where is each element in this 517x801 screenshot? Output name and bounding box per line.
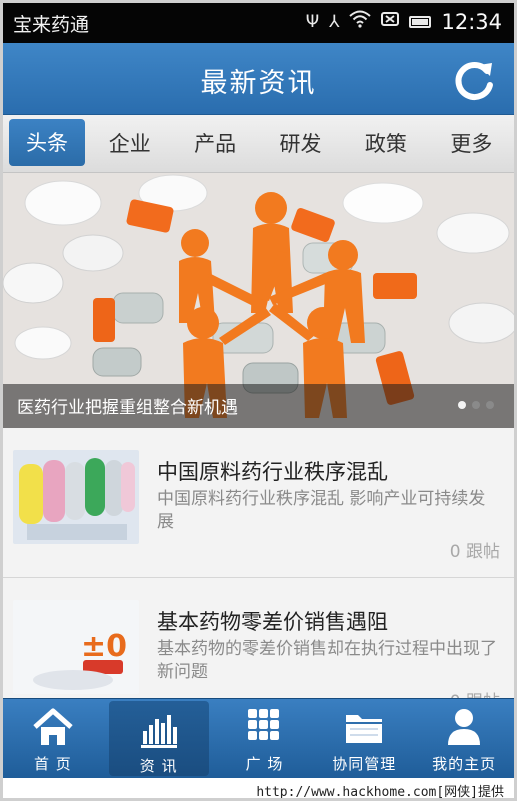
carousel-dot[interactable] — [486, 401, 494, 409]
bar-chart-icon — [140, 715, 177, 748]
nav-collaboration[interactable]: 协同管理 — [314, 699, 414, 778]
status-time: 12:34 — [441, 10, 502, 34]
nav-news[interactable]: 资 讯 — [108, 701, 209, 776]
news-headline: 中国原料药行业秩序混乱 — [157, 460, 388, 484]
grid-icon — [248, 709, 280, 740]
usb-icon: Ψ — [305, 12, 320, 32]
news-thumbnail: ±0 — [13, 600, 139, 694]
status-app-name: 宝来药通 — [13, 14, 90, 36]
title-bar: 最新资讯 — [3, 43, 514, 115]
app-frame: 宝来药通 Ψ ⅄ 12:34 最新资讯 头条 企业 产品 研发 政策 更多 医药… — [0, 0, 517, 801]
tab-policy[interactable]: 政策 — [343, 115, 428, 172]
follow-count: 0 跟帖 — [449, 542, 500, 562]
follow-count: 0 跟帖 — [450, 687, 500, 698]
nav-label: 广 场 — [245, 755, 284, 773]
tab-more[interactable]: 更多 — [429, 115, 514, 172]
user-icon — [448, 709, 481, 745]
news-list: 中国原料药行业秩序混乱 中国原料药行业秩序混乱 影响产业可持续发展 0 跟帖 ±… — [3, 428, 514, 698]
nav-label: 首 页 — [34, 755, 72, 773]
watermark-bar: http://www.hackhome.com[网侠]提供 — [3, 778, 514, 800]
news-thumbnail — [13, 450, 139, 544]
folder-icon — [346, 715, 383, 743]
nav-profile[interactable]: 我的主页 — [414, 699, 514, 778]
news-headline: 基本药物零差价销售遇阻 — [157, 610, 388, 634]
page-title: 最新资讯 — [200, 68, 317, 99]
carousel-indicator — [458, 401, 494, 409]
tab-enterprise[interactable]: 企业 — [87, 115, 172, 172]
banner-caption: 医药行业把握重组整合新机遇 — [17, 398, 238, 418]
home-icon — [33, 708, 73, 745]
tab-headlines[interactable]: 头条 — [9, 119, 85, 166]
signal-off-icon — [381, 11, 400, 33]
category-tabs: 头条 企业 产品 研发 政策 更多 — [3, 115, 514, 173]
wifi-icon — [349, 10, 372, 34]
bottom-nav: 首 页 资 讯 广 场 协同管理 我的主页 — [3, 698, 514, 778]
news-item[interactable]: ±0 基本药物零差价销售遇阻 基本药物的零差价销售却在执行过程中出现了新问题 0… — [3, 578, 514, 698]
tab-products[interactable]: 产品 — [172, 115, 257, 172]
nav-label: 资 讯 — [139, 757, 178, 775]
featured-banner[interactable]: 医药行业把握重组整合新机遇 — [3, 173, 514, 428]
nav-home[interactable]: 首 页 — [3, 699, 103, 778]
svg-text:±0: ±0 — [81, 629, 127, 664]
carousel-dot[interactable] — [458, 401, 466, 409]
debug-icon: ⅄ — [329, 12, 340, 32]
nav-square[interactable]: 广 场 — [215, 699, 315, 778]
status-icons: Ψ ⅄ 12:34 — [306, 10, 502, 34]
nav-label: 协同管理 — [332, 755, 397, 773]
nav-label: 我的主页 — [432, 755, 497, 773]
carousel-dot[interactable] — [472, 401, 480, 409]
news-item[interactable]: 中国原料药行业秩序混乱 中国原料药行业秩序混乱 影响产业可持续发展 0 跟帖 — [3, 428, 514, 578]
status-bar: 宝来药通 Ψ ⅄ 12:34 — [3, 3, 514, 43]
refresh-icon[interactable] — [452, 57, 498, 103]
news-summary: 中国原料药行业秩序混乱 影响产业可持续发展 — [157, 489, 486, 532]
tab-research[interactable]: 研发 — [258, 115, 343, 172]
battery-icon — [409, 16, 432, 28]
watermark-text: http://www.hackhome.com[网侠]提供 — [256, 785, 504, 800]
news-summary: 基本药物的零差价销售却在执行过程中出现了新问题 — [157, 639, 497, 682]
